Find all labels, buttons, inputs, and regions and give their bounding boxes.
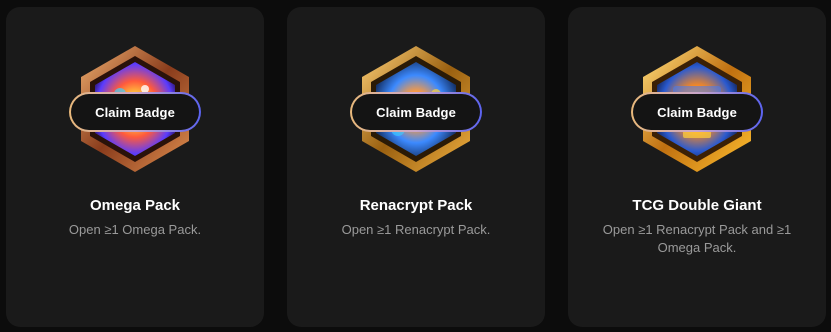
badge-card-tcg-double-giant: Claim Badge TCG Double Giant Open ≥1 Ren…	[568, 7, 826, 327]
badge-description: Open ≥1 Renacrypt Pack.	[341, 222, 491, 237]
claim-badge-button[interactable]: Claim Badge	[350, 92, 482, 132]
badge-card-renacrypt-pack: Claim Badge Renacrypt Pack Open ≥1 Renac…	[287, 7, 545, 327]
badge-card-omega-pack: Claim Badge Omega Pack Open ≥1 Omega Pac…	[6, 7, 264, 327]
claim-badge-button[interactable]: Claim Badge	[631, 92, 763, 132]
badge-description: Open ≥1 Renacrypt Pack and ≥1 Omega Pack…	[602, 222, 792, 255]
badge-grid: Claim Badge Omega Pack Open ≥1 Omega Pac…	[0, 0, 831, 332]
claim-badge-button[interactable]: Claim Badge	[69, 92, 201, 132]
badge-description: Open ≥1 Omega Pack.	[68, 222, 202, 237]
badge-title: Renacrypt Pack	[359, 197, 473, 214]
badge-title: TCG Double Giant	[632, 197, 762, 214]
badge-title: Omega Pack	[89, 197, 181, 214]
